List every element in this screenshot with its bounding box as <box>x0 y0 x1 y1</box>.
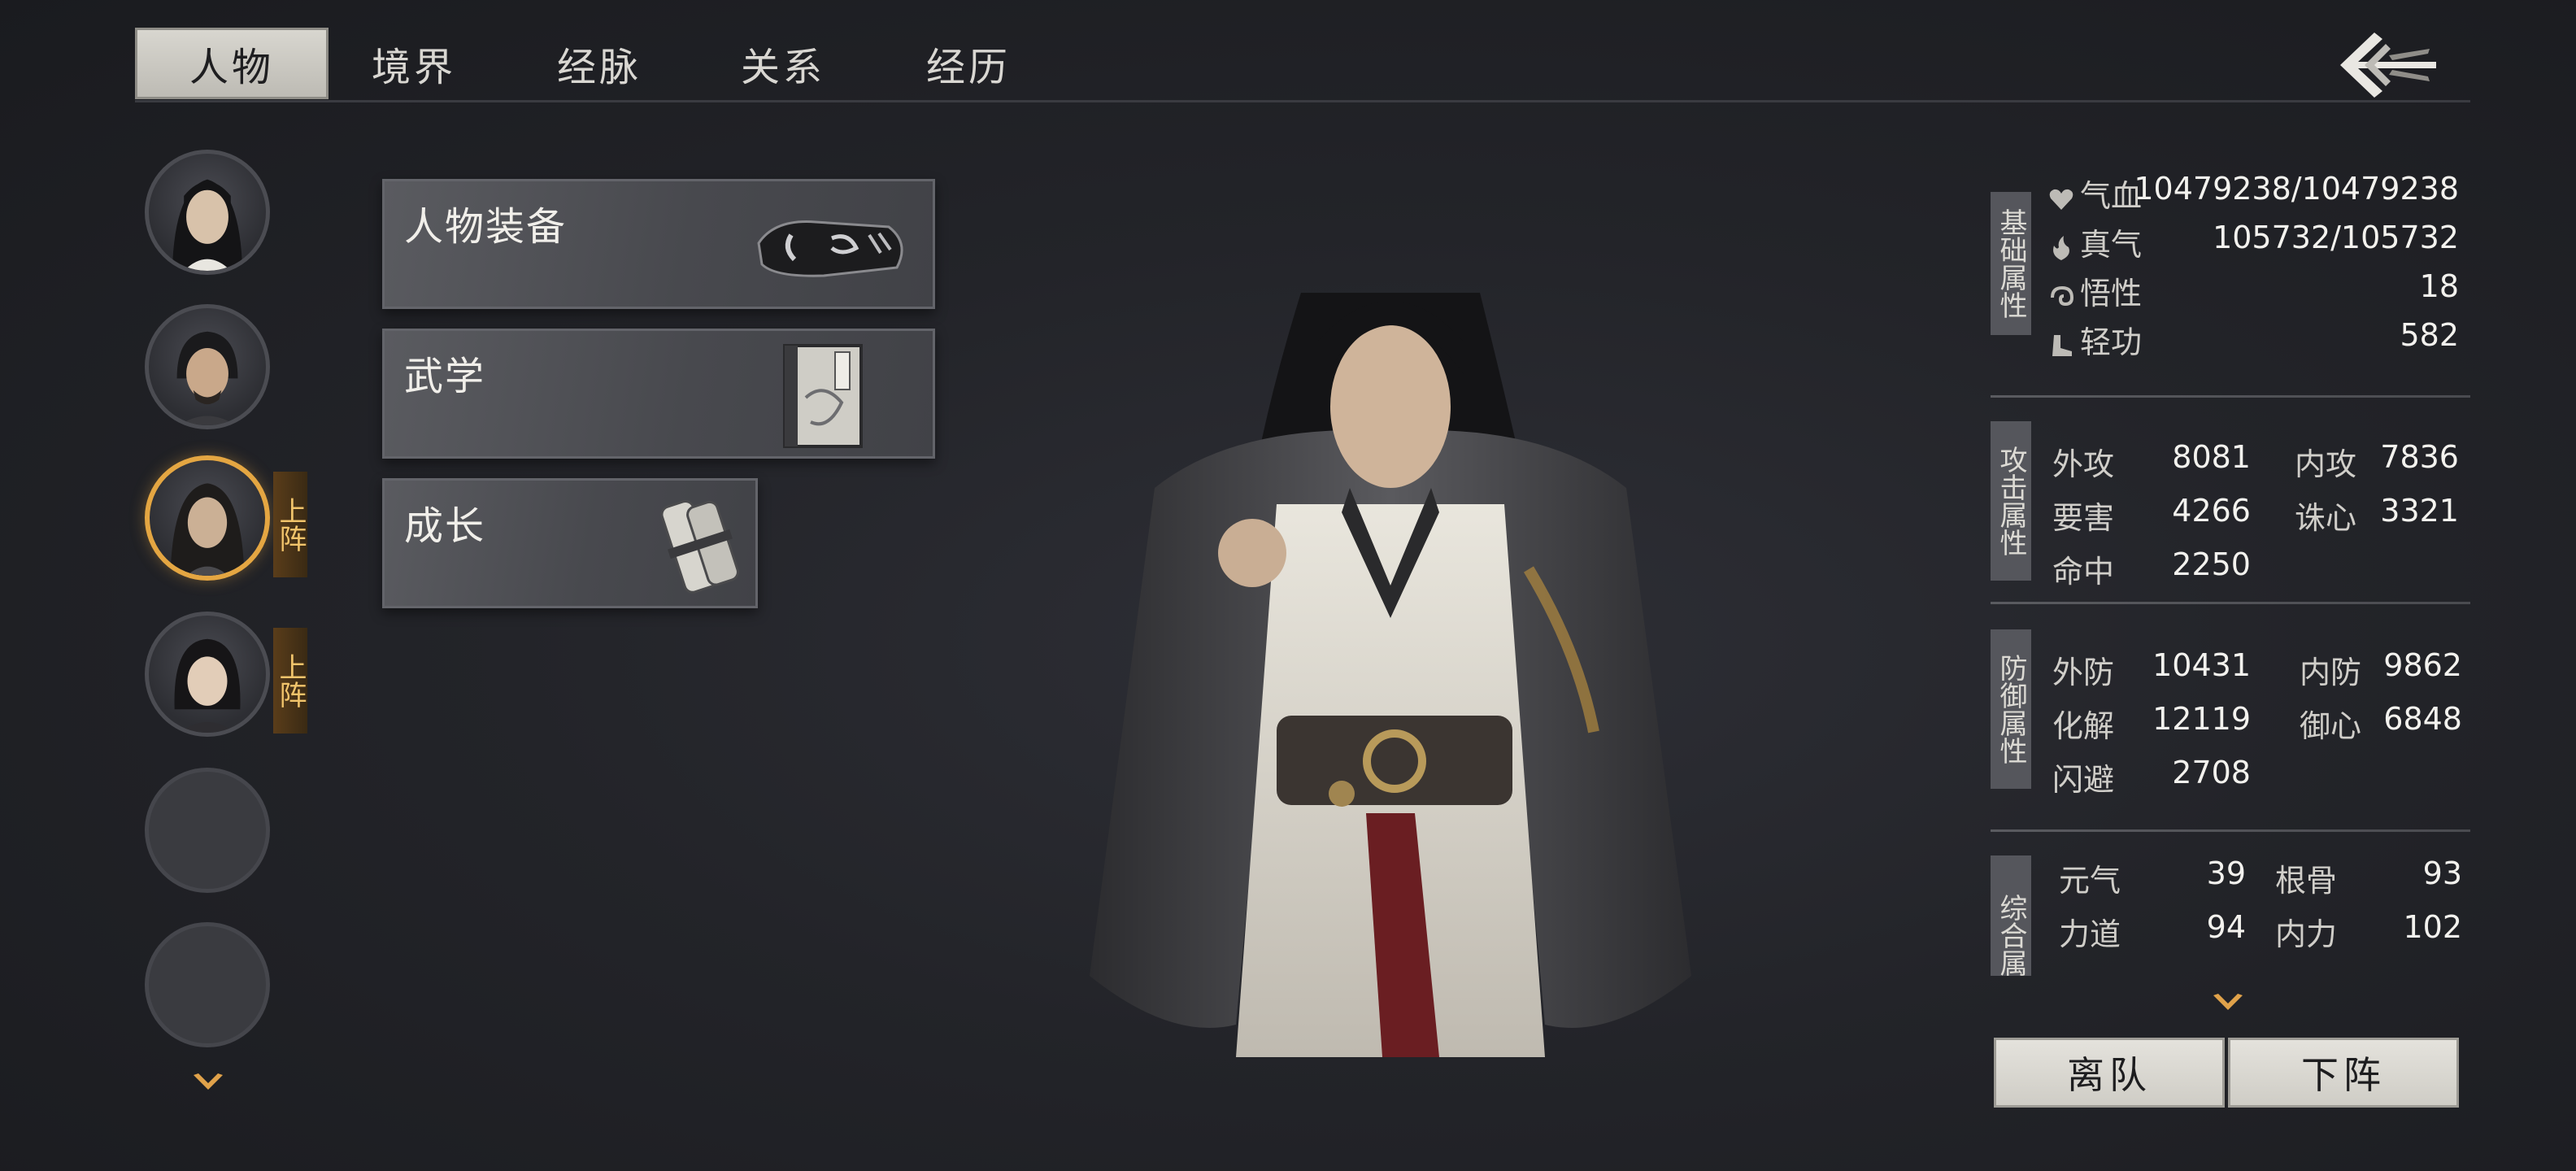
stat-label-outer-defense: 外防 <box>2052 655 2115 690</box>
section-divider <box>1991 395 2470 398</box>
back-button[interactable] <box>2332 24 2443 106</box>
stat-label-agility: 轻功 <box>2047 317 2142 362</box>
stat-label-inner-defense: 内防 <box>2300 655 2362 690</box>
stat-label-vitality: 元气 <box>2059 863 2121 899</box>
stat-value-hp: 10479238/10479238 <box>2134 171 2459 207</box>
avatar-slot-4[interactable] <box>145 612 270 737</box>
avatar-slot-empty-2[interactable] <box>145 922 270 1047</box>
stat-value-inner-defense: 9862 <box>2383 647 2462 683</box>
stat-value-constitution: 93 <box>2422 855 2462 891</box>
boot-icon <box>2052 334 2072 356</box>
flame-icon <box>2053 235 2069 260</box>
tab-divider <box>135 100 2470 102</box>
avatar-slot-3-selected[interactable] <box>145 455 270 581</box>
scripture-book-icon <box>783 344 863 448</box>
roster-scroll-down-icon[interactable] <box>192 1072 224 1093</box>
section-basic-label: 基础属性 <box>1995 208 2027 319</box>
stat-label-strength: 力道 <box>2059 916 2121 952</box>
stat-label-comprehension: 悟性 <box>2047 268 2142 313</box>
stat-value-vitality: 39 <box>2206 855 2246 891</box>
portrait-bearded-man <box>176 331 238 425</box>
section-attack-tag: 攻击属性 <box>1991 421 2031 581</box>
stat-value-agility: 582 <box>2400 317 2459 353</box>
tab-realm[interactable]: 境界 <box>317 28 511 99</box>
stat-value-inner-attack: 7836 <box>2380 439 2459 475</box>
martial-arts-card[interactable]: 武学 <box>382 329 935 459</box>
stat-label-inner-attack: 内攻 <box>2295 446 2357 482</box>
section-defense-tag: 防御属性 <box>1991 629 2031 789</box>
stat-value-heart-strike: 3321 <box>2380 493 2459 529</box>
stat-label-hp: 气血 <box>2047 171 2142 215</box>
character-portrait <box>1090 293 1691 1057</box>
stat-value-vital-strike: 4266 <box>2172 493 2251 529</box>
stat-label-inner-power: 内力 <box>2275 916 2338 952</box>
section-attack-label: 攻击属性 <box>1995 446 2027 556</box>
growth-label: 成长 <box>404 503 486 549</box>
equipment-card[interactable]: 人物装备 <box>382 179 935 309</box>
stat-value-inner-power: 102 <box>2403 909 2462 945</box>
remove-from-lineup-button[interactable]: 下阵 <box>2228 1038 2459 1108</box>
section-general-label: 综合属 <box>1995 894 2027 976</box>
onfield-badge: 上阵 <box>273 472 307 577</box>
section-basic-tag: 基础属性 <box>1991 192 2031 335</box>
stats-scroll-down-icon[interactable] <box>2212 992 2244 1013</box>
stat-label-resolve: 化解 <box>2052 708 2115 744</box>
portrait-young-man <box>172 179 243 271</box>
stat-label-heart-strike: 诛心 <box>2295 500 2357 536</box>
stat-value-strength: 94 <box>2206 909 2246 945</box>
avatar-slot-1[interactable] <box>145 150 270 275</box>
scroll-bundle-icon <box>660 499 739 594</box>
stat-label-outer-attack: 外攻 <box>2052 446 2115 482</box>
stat-label-qi: 真气 <box>2047 220 2142 264</box>
onfield-label: 上阵 <box>274 653 307 708</box>
attribute-panel: 基础属性 气血 10479238/10479238 真气 105732/1057… <box>1991 163 2470 976</box>
portrait-young-woman <box>174 638 241 733</box>
section-divider <box>1991 602 2470 604</box>
stat-value-resolve: 12119 <box>2152 701 2251 737</box>
stat-value-dodge: 2708 <box>2172 755 2251 790</box>
avatar-slot-empty-1[interactable] <box>145 768 270 893</box>
bracer-icon <box>757 220 903 277</box>
back-arrow-icon <box>2340 33 2436 98</box>
tab-meridians[interactable]: 经脉 <box>503 28 696 99</box>
avatar-slot-2[interactable] <box>145 304 270 429</box>
stat-label-constitution: 根骨 <box>2275 863 2338 899</box>
growth-card[interactable]: 成长 <box>382 478 758 608</box>
portrait-long-haired-man <box>170 483 245 576</box>
onfield-label: 上阵 <box>274 497 307 552</box>
top-tab-bar: 人物 境界 经脉 关系 经历 <box>135 28 2470 102</box>
equipment-label: 人物装备 <box>404 204 568 250</box>
leave-party-button[interactable]: 离队 <box>1994 1038 2225 1108</box>
tab-character[interactable]: 人物 <box>135 28 329 99</box>
stat-value-mind-guard: 6848 <box>2383 701 2462 737</box>
stat-value-qi: 105732/105732 <box>2213 220 2459 255</box>
heart-icon <box>2049 189 2073 210</box>
tab-history[interactable]: 经历 <box>872 28 1065 99</box>
stat-value-comprehension: 18 <box>2419 268 2459 304</box>
onfield-badge: 上阵 <box>273 628 307 734</box>
stat-value-outer-attack: 8081 <box>2172 439 2251 475</box>
stat-label-dodge: 闪避 <box>2052 762 2115 798</box>
stat-label-mind-guard: 御心 <box>2300 708 2362 744</box>
stat-value-outer-defense: 10431 <box>2152 647 2251 683</box>
martial-arts-label: 武学 <box>404 354 486 399</box>
section-general-tag: 综合属 <box>1991 855 2031 976</box>
section-defense-label: 防御属性 <box>1995 654 2027 764</box>
stat-value-accuracy: 2250 <box>2172 546 2251 582</box>
section-divider <box>1991 829 2470 832</box>
stat-label-vital-strike: 要害 <box>2052 500 2115 536</box>
swirl-icon <box>2051 285 2074 306</box>
tab-relations[interactable]: 关系 <box>686 28 880 99</box>
stat-label-accuracy: 命中 <box>2052 554 2115 590</box>
